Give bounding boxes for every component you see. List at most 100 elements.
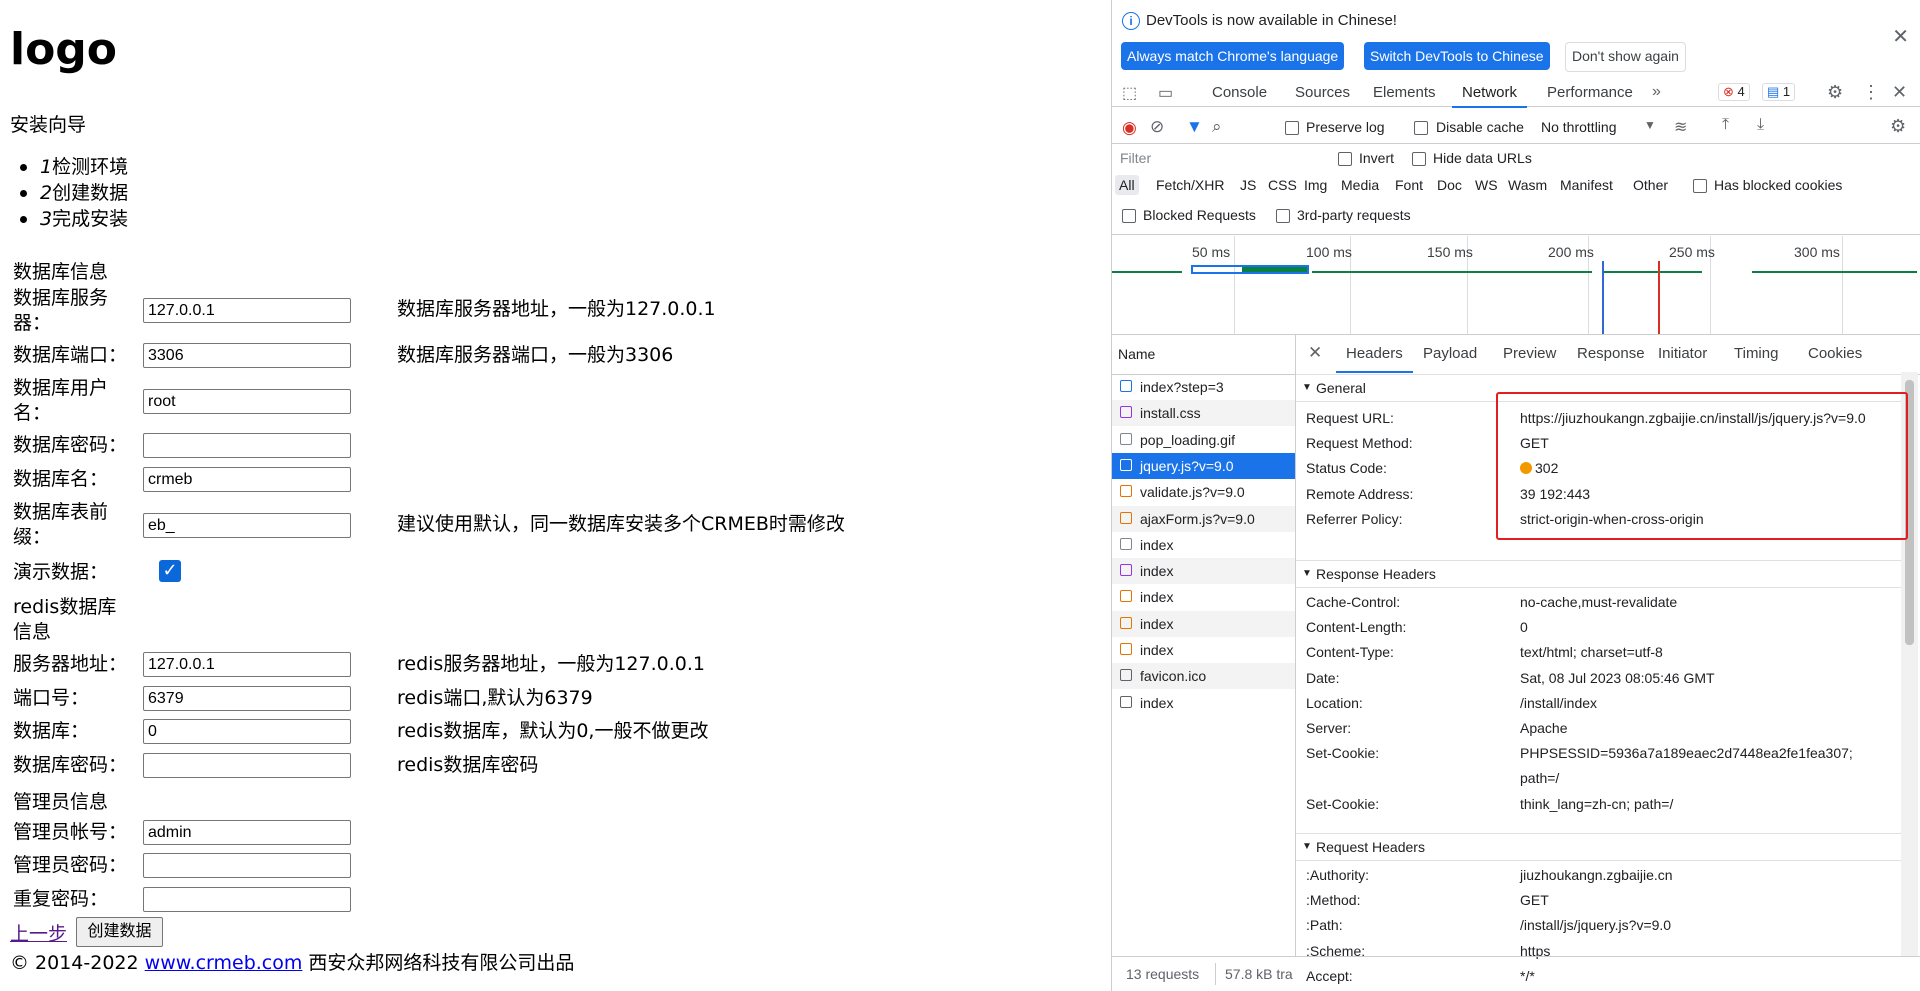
filter-type-manifest[interactable]: Manifest: [1560, 177, 1613, 193]
close-icon[interactable]: ✕: [1892, 24, 1909, 49]
filter-input[interactable]: Filter: [1120, 150, 1320, 170]
admin-repeat-input[interactable]: [143, 887, 351, 912]
db-host-input[interactable]: 127.0.0.1: [143, 298, 351, 323]
filter-icon[interactable]: ▼: [1186, 117, 1203, 137]
kebab-menu-icon[interactable]: ⋮: [1862, 82, 1880, 103]
request-row[interactable]: index: [1112, 610, 1295, 637]
request-row[interactable]: index?step=3: [1112, 374, 1295, 400]
header-value[interactable]: 0: [1520, 617, 1528, 637]
header-value[interactable]: /install/index: [1520, 693, 1597, 713]
inspect-icon[interactable]: ⬚: [1122, 83, 1137, 103]
filter-type-font[interactable]: Font: [1395, 177, 1423, 193]
db-name-input[interactable]: crmeb: [143, 467, 351, 492]
header-value[interactable]: /install/js/jquery.js?v=9.0: [1520, 915, 1671, 935]
close-devtools-icon[interactable]: ✕: [1892, 82, 1907, 103]
close-details-icon[interactable]: ✕: [1308, 343, 1322, 363]
export-har-icon[interactable]: ⤓: [1757, 116, 1764, 134]
name-column-header[interactable]: Name: [1112, 334, 1295, 375]
error-counter[interactable]: ⊗ 4: [1718, 83, 1750, 101]
header-value[interactable]: Sat, 08 Jul 2023 08:05:46 GMT: [1520, 668, 1715, 688]
filter-type-all[interactable]: All: [1115, 175, 1139, 195]
throttling-select[interactable]: No throttling: [1541, 119, 1616, 135]
tab-elements[interactable]: Elements: [1373, 84, 1436, 101]
filter-type-wasm[interactable]: Wasm: [1508, 177, 1547, 193]
db-pass-input[interactable]: [143, 433, 351, 458]
request-row[interactable]: index: [1112, 690, 1295, 716]
db-user-input[interactable]: root: [143, 389, 351, 414]
match-language-button[interactable]: Always match Chrome's language: [1121, 42, 1345, 70]
preserve-log-checkbox[interactable]: [1285, 121, 1299, 135]
filter-type-fetch[interactable]: Fetch/XHR: [1156, 177, 1224, 193]
filter-type-img[interactable]: Img: [1304, 177, 1327, 193]
request-headers-section-header[interactable]: ▼ Request Headers: [1296, 833, 1908, 861]
filter-type-ws[interactable]: WS: [1475, 177, 1498, 193]
dont-show-again-button[interactable]: Don't show again: [1565, 42, 1686, 72]
redis-db-input[interactable]: 0: [143, 719, 351, 744]
filter-type-other[interactable]: Other: [1633, 177, 1668, 193]
search-icon[interactable]: ⌕: [1212, 117, 1222, 137]
back-link[interactable]: 上一步: [10, 919, 67, 946]
header-value[interactable]: think_lang=zh-cn; path=/: [1520, 794, 1673, 814]
request-row[interactable]: validate.js?v=9.0: [1112, 479, 1295, 505]
filter-type-doc[interactable]: Doc: [1437, 177, 1462, 193]
header-value[interactable]: Apache: [1520, 718, 1567, 738]
redis-pass-input[interactable]: [143, 753, 351, 778]
header-value[interactable]: text/html; charset=utf-8: [1520, 642, 1663, 662]
disable-cache-checkbox[interactable]: [1414, 121, 1428, 135]
header-value[interactable]: path=/: [1520, 768, 1559, 788]
header-value[interactable]: no-cache,must-revalidate: [1520, 592, 1677, 612]
tab-payload[interactable]: Payload: [1423, 345, 1477, 362]
request-row[interactable]: install.css: [1112, 400, 1295, 427]
filter-type-css[interactable]: CSS: [1268, 177, 1297, 193]
tab-timing[interactable]: Timing: [1734, 345, 1778, 362]
blocked-requests-checkbox[interactable]: [1122, 209, 1136, 223]
more-tabs-icon[interactable]: »: [1652, 83, 1661, 101]
header-value[interactable]: PHPSESSID=5936a7a189eaec2d7448ea2fe1fea3…: [1520, 743, 1853, 763]
db-prefix-input[interactable]: eb_: [143, 513, 351, 538]
tab-response[interactable]: Response: [1577, 345, 1645, 362]
switch-chinese-button[interactable]: Switch DevTools to Chinese: [1364, 42, 1550, 70]
clear-icon[interactable]: ⊘: [1150, 117, 1164, 137]
request-row[interactable]: favicon.ico: [1112, 663, 1295, 690]
request-row[interactable]: index: [1112, 532, 1295, 558]
create-data-button[interactable]: 创建数据: [76, 917, 163, 947]
filter-type-js[interactable]: JS: [1240, 177, 1256, 193]
third-party-checkbox[interactable]: [1276, 209, 1290, 223]
redis-port-input[interactable]: 6379: [143, 686, 351, 711]
network-conditions-icon[interactable]: ≋: [1674, 117, 1687, 137]
redis-host-input[interactable]: 127.0.0.1: [143, 652, 351, 677]
import-har-icon[interactable]: ⤒: [1722, 116, 1729, 134]
tab-initiator[interactable]: Initiator: [1658, 345, 1707, 362]
request-row[interactable]: index: [1112, 637, 1295, 663]
record-icon[interactable]: ◉: [1122, 118, 1137, 138]
tab-headers[interactable]: Headers: [1336, 345, 1413, 373]
request-row[interactable]: index: [1112, 558, 1295, 585]
has-blocked-cookies-checkbox[interactable]: [1693, 179, 1707, 193]
response-headers-section-header[interactable]: ▼ Response Headers: [1296, 560, 1908, 588]
tab-cookies[interactable]: Cookies: [1808, 345, 1862, 362]
footer-link[interactable]: www.crmeb.com: [145, 952, 303, 974]
demo-checkbox[interactable]: ✓: [159, 560, 181, 582]
admin-account-input[interactable]: admin: [143, 820, 351, 845]
hide-data-urls-checkbox[interactable]: [1412, 152, 1426, 166]
device-toggle-icon[interactable]: ▭: [1158, 83, 1173, 103]
filter-type-media[interactable]: Media: [1341, 177, 1379, 193]
message-counter[interactable]: ▤ 1: [1762, 83, 1796, 101]
tab-performance[interactable]: Performance: [1547, 84, 1633, 101]
request-row[interactable]: index: [1112, 584, 1295, 610]
tab-network[interactable]: Network: [1451, 84, 1528, 108]
header-value[interactable]: GET: [1520, 890, 1549, 910]
network-settings-icon[interactable]: ⚙: [1890, 116, 1906, 137]
request-row[interactable]: jquery.js?v=9.0: [1112, 452, 1295, 479]
invert-checkbox[interactable]: [1338, 152, 1352, 166]
request-row[interactable]: ajaxForm.js?v=9.0: [1112, 505, 1295, 532]
db-port-input[interactable]: 3306: [143, 343, 351, 368]
admin-pass-input[interactable]: [143, 853, 351, 878]
network-overview[interactable]: 50 ms 100 ms 150 ms 200 ms 250 ms 300 ms: [1112, 236, 1920, 335]
request-row[interactable]: pop_loading.gif: [1112, 427, 1295, 453]
tab-console[interactable]: Console: [1212, 84, 1267, 101]
settings-icon[interactable]: ⚙: [1827, 82, 1843, 103]
tab-preview[interactable]: Preview: [1503, 345, 1556, 362]
tab-sources[interactable]: Sources: [1295, 84, 1350, 101]
header-value[interactable]: jiuzhoukangn.zgbaijie.cn: [1520, 865, 1673, 885]
